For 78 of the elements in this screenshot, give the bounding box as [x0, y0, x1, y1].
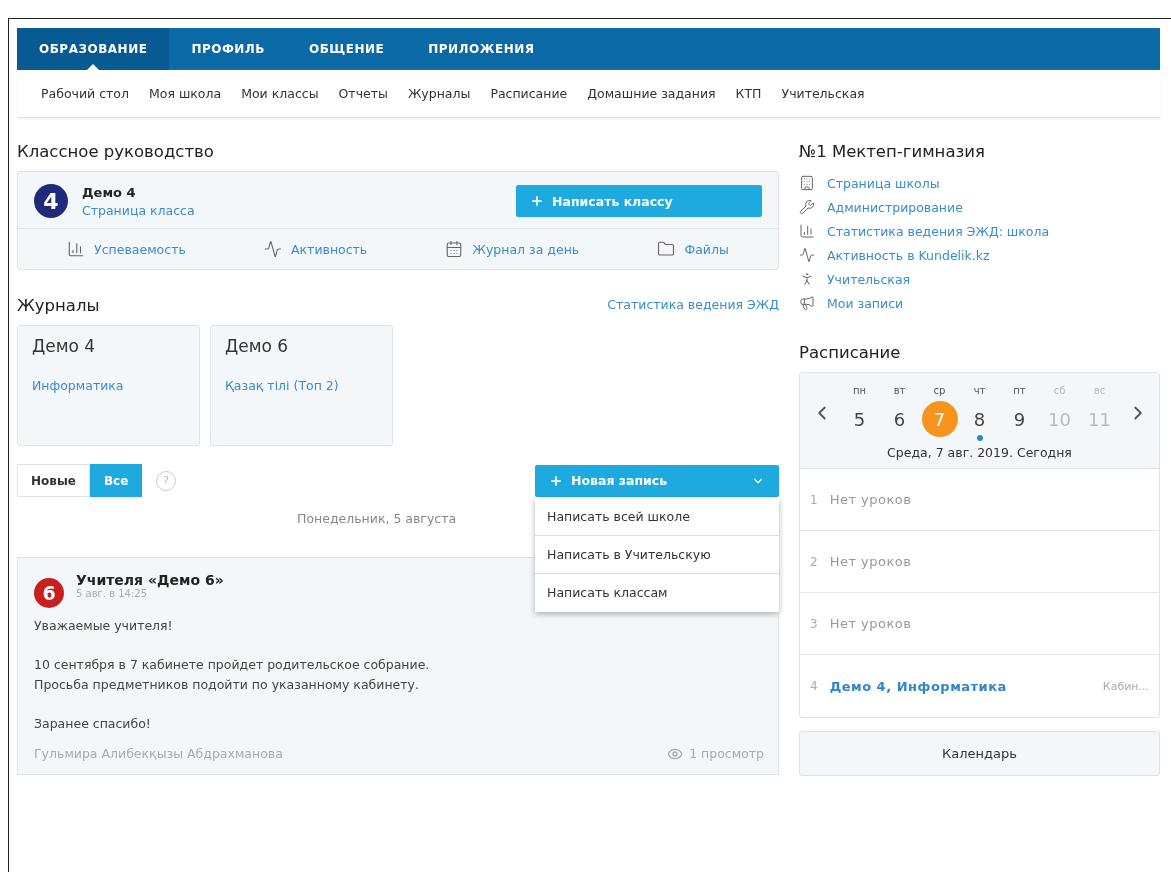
- plus-icon: [530, 194, 544, 208]
- journal-class: Демо 6: [225, 336, 290, 356]
- calendar-day[interactable]: пт 9: [1000, 385, 1039, 441]
- nav-tab[interactable]: ПРИЛОЖЕНИЯ: [406, 28, 557, 70]
- post-author: Гульмира Алибекқызы Абдрахманова: [34, 746, 283, 761]
- section-title: Классное руководство: [17, 141, 215, 163]
- class-link[interactable]: Успеваемость: [67, 240, 186, 258]
- sub-nav-link[interactable]: Учительская: [781, 86, 865, 101]
- filter-toggle[interactable]: Новые: [17, 464, 90, 497]
- school-link[interactable]: Учительская: [827, 271, 911, 287]
- section-title: №1 Мектеп-гимназия: [799, 141, 986, 163]
- plus-icon: [549, 473, 563, 488]
- post-text: Уважаемые учителя!: [34, 617, 174, 635]
- school-link[interactable]: Администрирование: [827, 199, 963, 215]
- sub-nav-link[interactable]: Журналы: [407, 86, 471, 101]
- sub-nav-link[interactable]: Домашние задания: [587, 86, 716, 101]
- menu-item[interactable]: Написать в Учительскую: [535, 535, 779, 574]
- sub-nav-link[interactable]: Рабочий стол: [41, 86, 129, 101]
- class-number-badge: 6: [34, 578, 64, 608]
- stats-link[interactable]: Статистика ведения ЭЖД: [607, 297, 779, 312]
- school-link[interactable]: Мои записи: [827, 295, 904, 311]
- post-title: Учителя «Демо 6»: [76, 572, 224, 588]
- journal-card[interactable]: Демо 4 Информатика: [17, 325, 200, 446]
- folder-icon: [657, 240, 676, 258]
- school-link[interactable]: Активность в Kundelik.kz: [827, 247, 990, 263]
- no-lessons-text: Нет уроков: [829, 616, 912, 631]
- feed-date: Понедельник, 5 августа: [297, 511, 457, 526]
- post-text: Заранее спасибо!: [34, 715, 152, 734]
- post-time: 5 авг. в 14:25: [76, 588, 149, 599]
- journal-subject-link[interactable]: Информатика: [32, 378, 185, 393]
- journal-class: Демо 4: [32, 336, 97, 356]
- school-link[interactable]: Страница школы: [827, 175, 940, 191]
- menu-item[interactable]: Написать всей школе: [535, 497, 779, 536]
- view-count: 1 просмотр: [689, 746, 764, 761]
- lesson-number: 1: [810, 492, 818, 507]
- person-icon: [799, 271, 815, 287]
- bar-chart-icon: [799, 223, 815, 239]
- sub-nav-link[interactable]: Моя школа: [148, 86, 222, 101]
- lesson-number: 4: [810, 679, 818, 693]
- sub-nav-link[interactable]: КТП: [735, 86, 762, 101]
- menu-item[interactable]: Написать классам: [535, 573, 779, 612]
- nav-tab[interactable]: ОБРАЗОВАНИЕ: [17, 28, 170, 70]
- pulse-icon: [264, 240, 282, 258]
- journal-card[interactable]: Демо 6 Қазақ тілі (Топ 2): [210, 325, 393, 446]
- nav-tab[interactable]: ПРОФИЛЬ: [169, 28, 287, 70]
- megaphone-icon: [799, 295, 815, 311]
- class-link[interactable]: Журнал за день: [445, 240, 580, 258]
- sub-nav-link[interactable]: Мои классы: [241, 86, 319, 101]
- pulse-icon: [799, 247, 815, 263]
- class-page-link[interactable]: Страница класса: [82, 202, 516, 218]
- section-title: Расписание: [799, 342, 902, 364]
- class-number-badge: 4: [34, 184, 68, 218]
- section-title: Журналы: [17, 295, 100, 317]
- school-link[interactable]: Статистика ведения ЭЖД: школа: [827, 223, 1050, 239]
- date-caption: Среда, 7 авг. 2019. Сегодня: [887, 445, 1072, 460]
- lesson-number: 3: [810, 616, 818, 631]
- class-name: Демо 4: [82, 184, 137, 200]
- no-lessons-text: Нет уроков: [829, 492, 912, 507]
- lesson-number: 2: [810, 554, 818, 569]
- calendar-day[interactable]: чт 8: [960, 385, 999, 441]
- calendar-icon: [445, 240, 464, 258]
- lesson-link[interactable]: Демо 4, Информатика: [829, 678, 1007, 694]
- sub-nav-link[interactable]: Расписание: [490, 86, 568, 101]
- no-lessons-text: Нет уроков: [829, 554, 912, 569]
- class-link[interactable]: Активность: [264, 240, 368, 258]
- calendar-day[interactable]: пн 5: [840, 385, 879, 441]
- class-link[interactable]: Файлы: [657, 240, 729, 258]
- bar-chart-icon: [67, 240, 86, 258]
- event-dot: [976, 435, 983, 441]
- nav-tab[interactable]: ОБЩЕНИЕ: [287, 28, 407, 70]
- calendar-day[interactable]: вт 6: [880, 385, 919, 441]
- sub-nav-link[interactable]: Отчеты: [338, 86, 388, 101]
- room-text: Кабин...: [1102, 679, 1149, 693]
- building-icon: [799, 175, 815, 191]
- wrench-icon: [799, 199, 815, 215]
- journal-subject-link[interactable]: Қазақ тілі (Топ 2): [225, 378, 378, 393]
- calendar-button[interactable]: Календарь: [799, 731, 1160, 776]
- post-text: 10 сентября в 7 кабинете пройдет родительское собрание. Просьба предметников подойти по указанному кабинету.: [34, 656, 431, 694]
